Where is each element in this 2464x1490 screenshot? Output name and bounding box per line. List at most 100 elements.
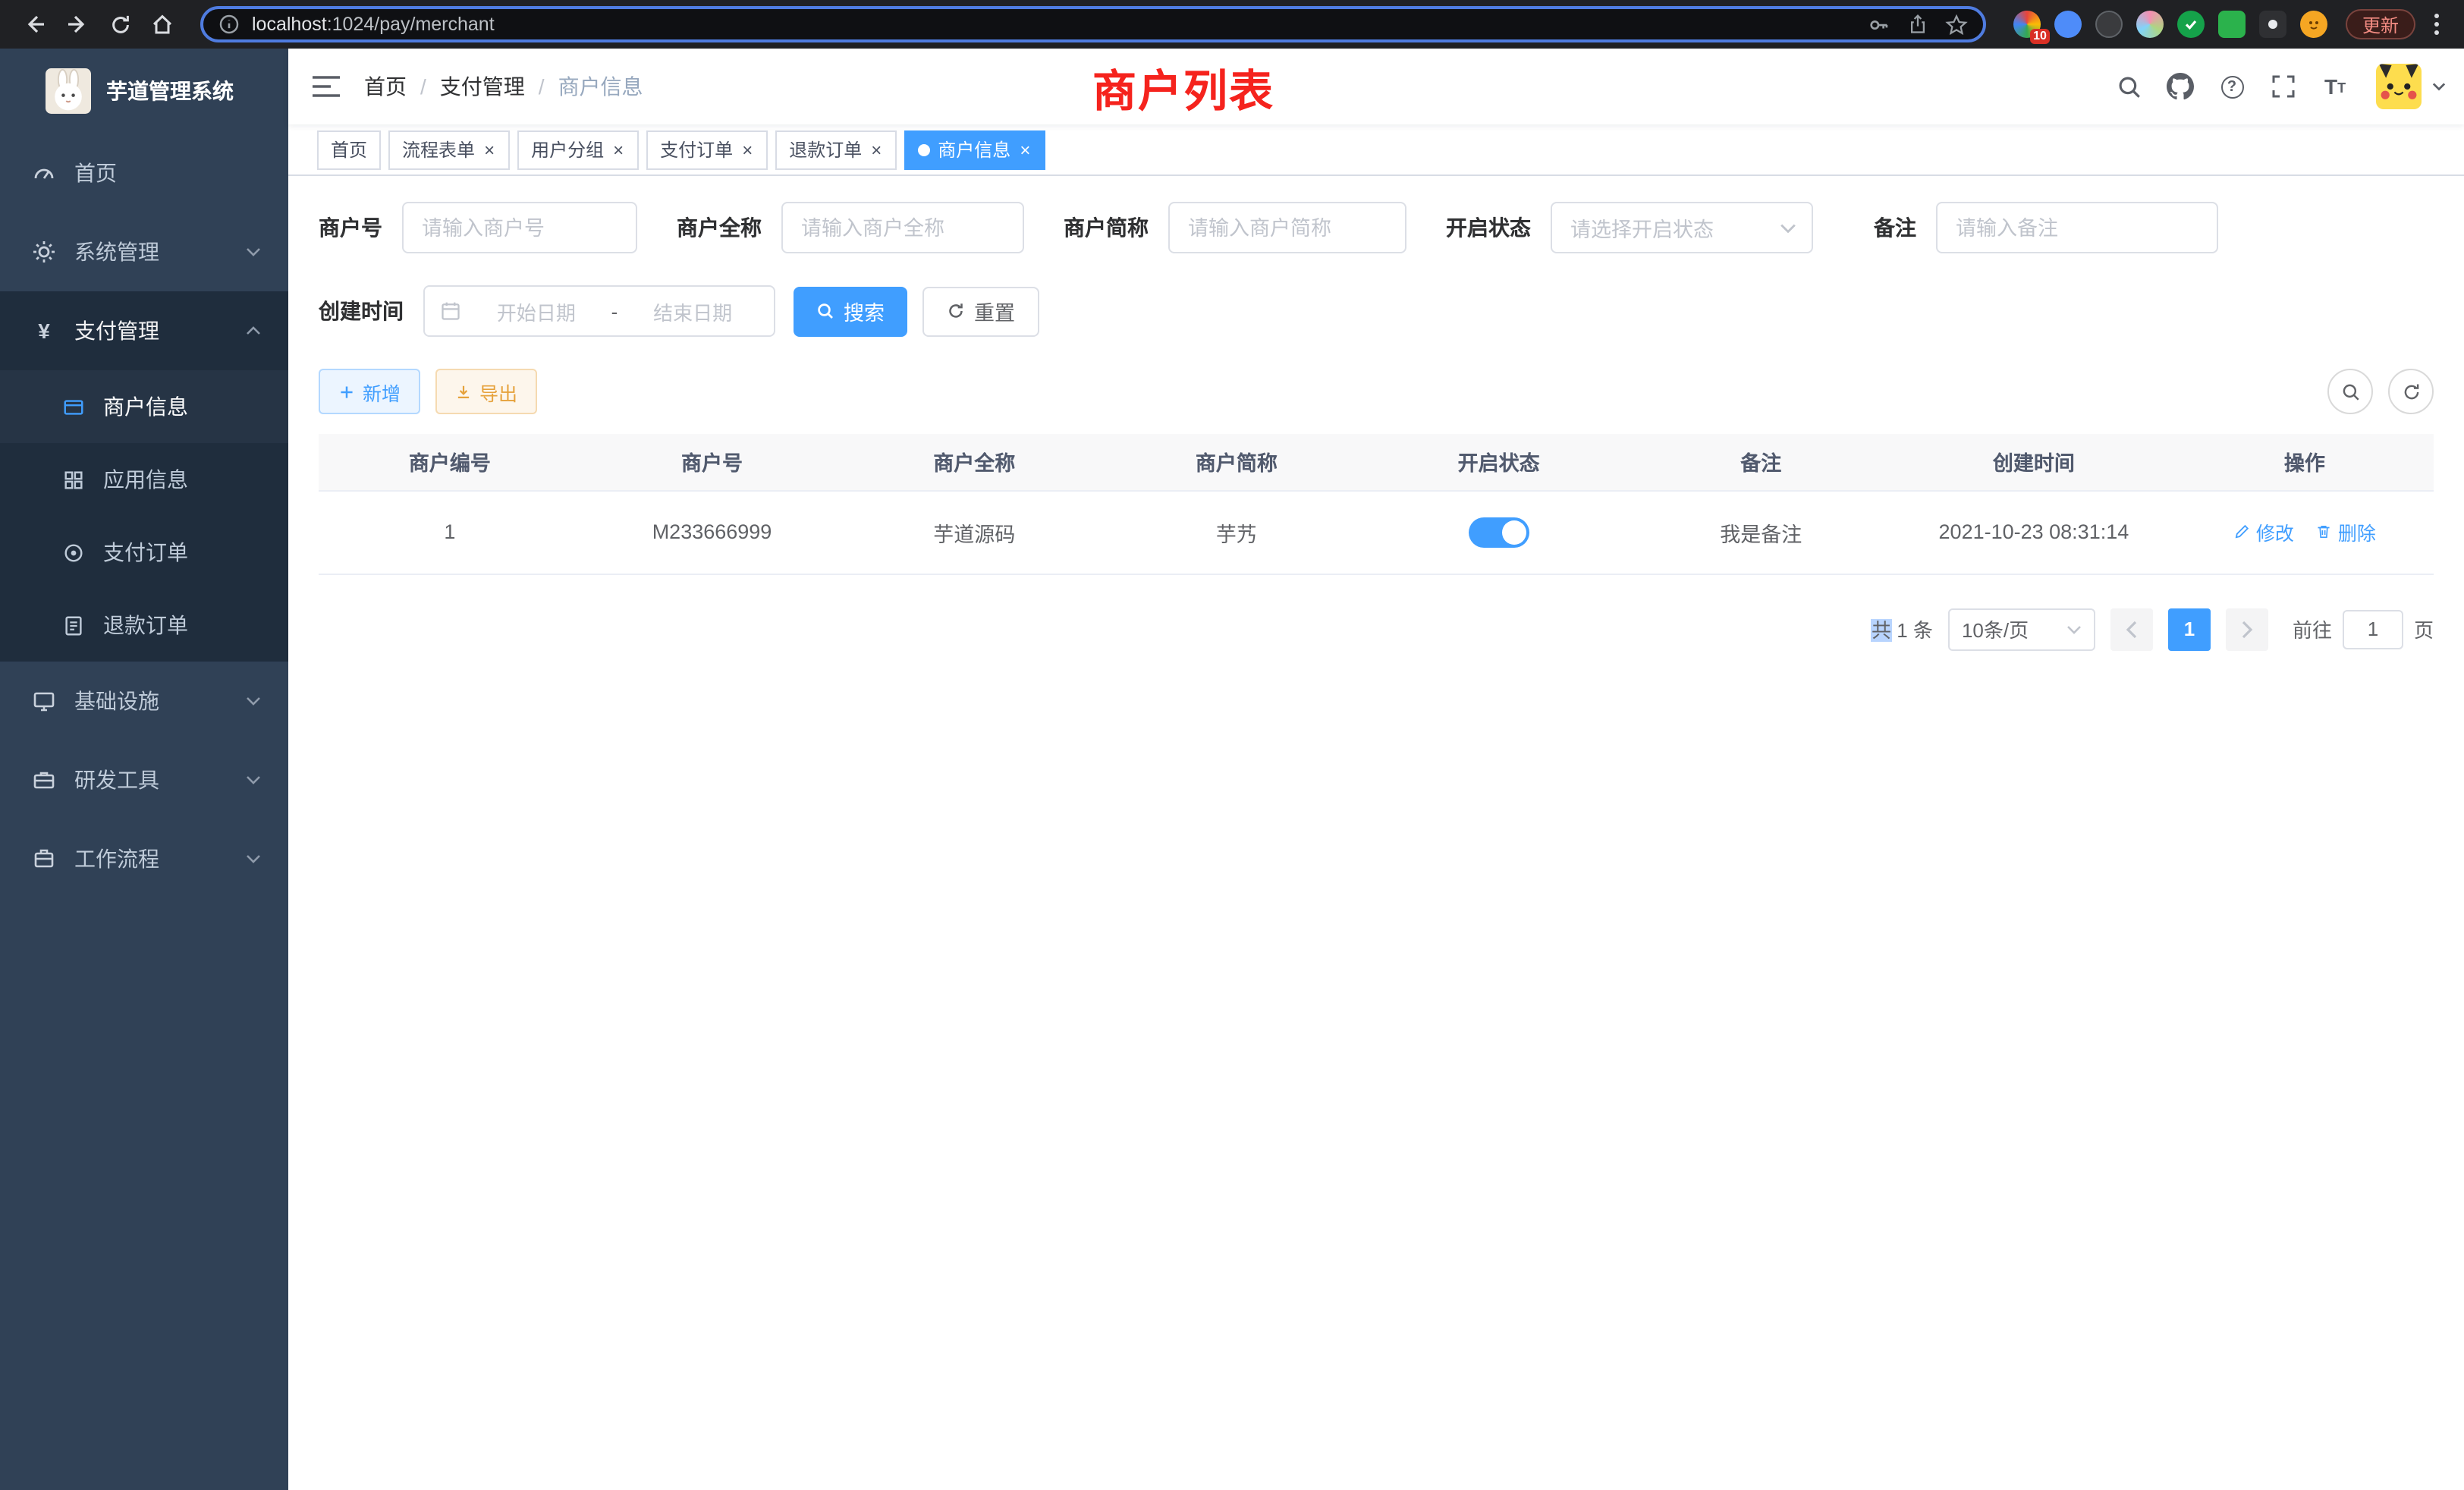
sidebar-item-merchant-info[interactable]: 商户信息 [0,370,288,443]
kebab-menu-icon[interactable] [2425,12,2449,36]
browser-update-button[interactable]: 更新 [2346,9,2415,39]
tab-close-icon[interactable]: × [1018,140,1032,159]
merchant-card-icon [62,395,85,418]
navbar-actions: ? TT [2106,64,2464,109]
search-button[interactable]: 搜索 [794,286,907,336]
tab-close-icon[interactable]: × [482,140,496,159]
app-logo[interactable]: 芋道管理系统 [0,49,288,134]
col-header: 商户号 [581,434,844,490]
delete-link[interactable]: 删除 [2315,517,2376,546]
remark-input[interactable] [1936,202,2218,253]
url-text[interactable]: localhost:1024/pay/merchant [252,14,1856,35]
tab-close-icon[interactable]: × [869,140,883,159]
tab-merchant-info[interactable]: 商户信息× [904,130,1045,169]
cell-remark: 我是备注 [1630,490,1892,574]
reload-button[interactable] [100,5,140,44]
field-label: 开启状态 [1446,212,1531,243]
extension-icon[interactable] [2095,11,2123,38]
chevron-down-icon [246,696,261,706]
url-path: :1024/pay/merchant [327,14,495,35]
sidebar-item-label: 系统管理 [74,237,159,267]
plus-icon [338,383,355,400]
goto-page-input[interactable] [2343,609,2403,649]
sidebar-item-infra[interactable]: 基础设施 [0,662,288,740]
merchant-shortname-input[interactable] [1168,202,1406,253]
tools-icon [32,768,56,792]
tab-pay-order[interactable]: 支付订单× [646,130,768,169]
sidebar-item-system[interactable]: 系统管理 [0,212,288,291]
extension-icon[interactable]: 10 [2013,11,2041,38]
add-button[interactable]: 新增 [319,369,420,414]
cell-short-name: 芋艿 [1105,490,1368,574]
next-page-button[interactable] [2226,608,2268,650]
tab-home[interactable]: 首页 [317,130,381,169]
sidebar-item-pay-order[interactable]: 支付订单 [0,516,288,589]
screenshot-stage: localhost:1024/pay/merchant 10 更新 [0,0,2464,1490]
sidebar-item-workflow[interactable]: 工作流程 [0,819,288,898]
hamburger-icon[interactable] [288,49,364,124]
field-label: 商户简称 [1064,212,1149,243]
search-icon [2340,382,2360,401]
question-icon[interactable]: ? [2209,64,2255,109]
extension-icon[interactable] [2136,11,2164,38]
yen-icon: ¥ [32,319,56,343]
sidebar-item-dev-tools[interactable]: 研发工具 [0,740,288,819]
extension-icon[interactable] [2259,11,2286,38]
sidebar-item-label: 商户信息 [103,391,188,422]
export-button[interactable]: 导出 [435,369,537,414]
download-icon [455,383,472,400]
merchant-no-input[interactable] [402,202,637,253]
merchant-fullname-input[interactable] [781,202,1024,253]
sidebar-item-app-info[interactable]: 应用信息 [0,443,288,516]
page-number-button[interactable]: 1 [2168,608,2211,650]
font-size-icon[interactable]: TT [2312,64,2358,109]
fullscreen-icon[interactable] [2261,64,2306,109]
pagination: 共 1 条 10条/页 1 前往 页 [319,608,2434,650]
edit-link[interactable]: 修改 [2233,517,2294,546]
show-search-toggle-button[interactable] [2327,369,2373,414]
sidebar-item-payment[interactable]: ¥ 支付管理 [0,291,288,370]
github-icon[interactable] [2158,64,2203,109]
tab-process-form[interactable]: 流程表单× [388,130,510,169]
star-icon[interactable] [1945,13,1968,36]
field-label: 商户全称 [677,212,762,243]
tab-close-icon[interactable]: × [740,140,754,159]
extension-icon[interactable] [2054,11,2082,38]
user-avatar-menu[interactable] [2376,64,2446,109]
address-bar[interactable]: localhost:1024/pay/merchant [200,6,1986,42]
breadcrumb-item[interactable]: 支付管理 [440,71,525,102]
extension-icon[interactable] [2177,11,2205,38]
status-toggle[interactable] [1469,517,1529,547]
back-button[interactable] [15,5,55,44]
create-time-range-picker[interactable]: 开始日期 - 结束日期 [423,285,775,337]
status-select[interactable]: 请选择开启状态 [1551,202,1813,253]
tab-user-group[interactable]: 用户分组× [517,130,639,169]
search-icon[interactable] [2106,64,2151,109]
info-icon[interactable] [218,14,240,35]
home-button[interactable] [143,5,182,44]
dashboard-icon [32,161,56,185]
sidebar-item-home[interactable]: 首页 [0,134,288,212]
forward-button[interactable] [58,5,97,44]
extension-icon[interactable] [2218,11,2246,38]
table-row: 1 M233666999 芋道源码 芋艿 我是备注 2021-10-23 08:… [319,490,2434,574]
breadcrumb-item[interactable]: 首页 [364,71,407,102]
breadcrumb-item-current: 商户信息 [558,71,643,102]
sidebar-item-label: 支付管理 [74,316,159,346]
reset-button[interactable]: 重置 [922,286,1039,336]
back-icon [23,12,47,36]
forward-icon [65,12,90,36]
refresh-table-button[interactable] [2388,369,2434,414]
page-size-select[interactable]: 10条/页 [1948,608,2095,650]
sidebar-item-refund-order[interactable]: 退款订单 [0,589,288,662]
share-icon[interactable] [1907,14,1928,35]
sidebar-item-label: 研发工具 [74,765,159,795]
breadcrumb-separator: / [539,74,545,99]
key-icon[interactable] [1868,13,1890,36]
refresh-icon [947,302,965,320]
tab-refund-order[interactable]: 退款订单× [775,130,897,169]
rabbit-logo [46,68,91,114]
tab-close-icon[interactable]: × [611,140,625,159]
prev-page-button[interactable] [2110,608,2153,650]
profile-avatar[interactable] [2300,11,2327,38]
